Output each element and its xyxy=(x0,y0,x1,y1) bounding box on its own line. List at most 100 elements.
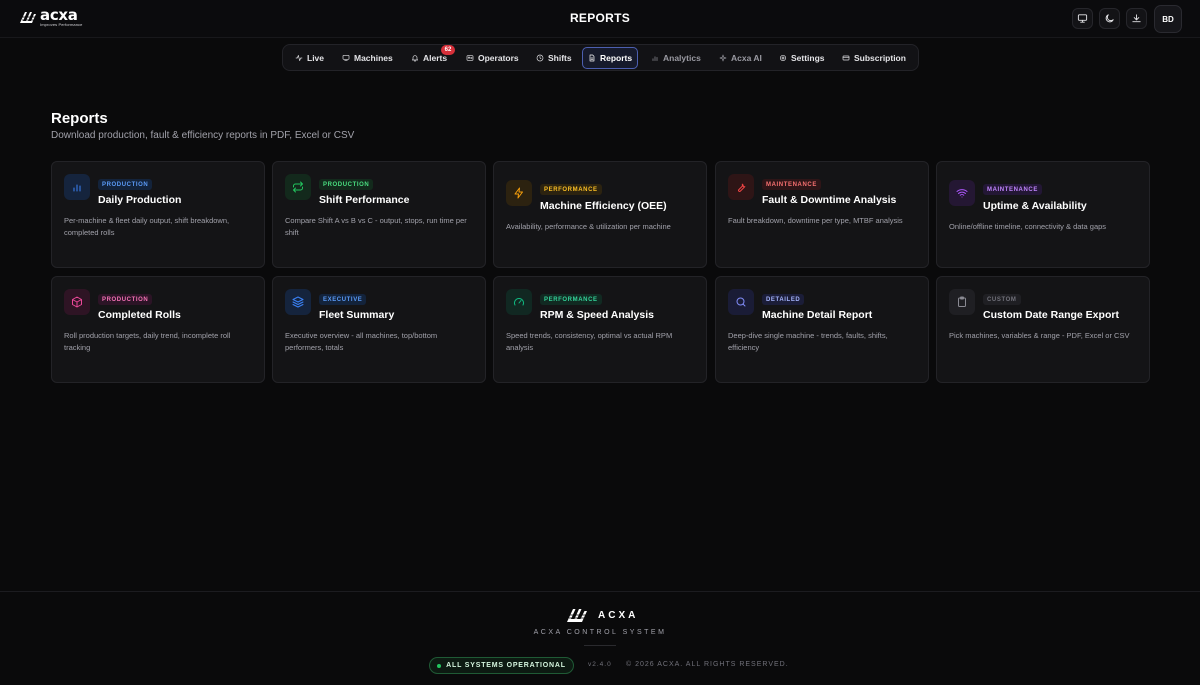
nav-item-machines[interactable]: Machines xyxy=(337,48,398,68)
card-description: Deep-dive single machine - trends, fault… xyxy=(728,331,888,352)
nav-item-live[interactable]: Live xyxy=(290,48,329,68)
card-icon-box xyxy=(506,289,532,315)
card-category-tag: PRODUCTION xyxy=(319,179,374,190)
report-card-rpm-speed[interactable]: PERFORMANCE RPM & Speed Analysis Speed t… xyxy=(493,276,707,383)
moon-icon xyxy=(1105,14,1114,23)
gear-icon xyxy=(780,55,786,61)
card-description: Availability, performance & utilization … xyxy=(506,222,671,231)
card-description: Roll production targets, daily trend, in… xyxy=(64,331,231,352)
card-icon-box xyxy=(728,289,754,315)
nav-item-label: Shifts xyxy=(548,53,572,63)
card-icon-box xyxy=(285,174,311,200)
clipboard-icon xyxy=(958,296,966,307)
sparkle-icon xyxy=(719,54,727,62)
nav-item-settings[interactable]: Settings xyxy=(774,48,830,68)
card-icon-box xyxy=(285,289,311,315)
card-category-tag: MAINTENANCE xyxy=(983,184,1042,195)
activity-icon xyxy=(295,55,303,61)
lightning-icon xyxy=(514,187,523,199)
card-description: Speed trends, consistency, optimal vs ac… xyxy=(506,331,673,352)
bell-icon xyxy=(412,55,418,62)
nav-item-label: Acxa AI xyxy=(731,53,762,63)
nav-item-label: Analytics xyxy=(663,53,701,63)
footer-logo: ACXA xyxy=(566,606,638,624)
card-category-tag: MAINTENANCE xyxy=(762,179,821,190)
nav-item-acxa-ai[interactable]: Acxa AI xyxy=(714,48,767,68)
download-icon xyxy=(1132,14,1141,23)
theme-toggle-button[interactable] xyxy=(1099,8,1120,29)
gauge-icon xyxy=(514,298,524,306)
report-card-fleet-summary[interactable]: EXECUTIVE Fleet Summary Executive overvi… xyxy=(272,276,486,383)
card-title: Daily Production xyxy=(98,194,182,206)
card-title: Fleet Summary xyxy=(319,309,395,321)
footer-divider xyxy=(584,645,616,646)
layers-icon xyxy=(292,296,304,308)
nav-item-reports[interactable]: Reports xyxy=(582,47,639,69)
monitor-icon xyxy=(342,55,350,61)
card-title: Machine Detail Report xyxy=(762,309,873,321)
card-category-tag: PERFORMANCE xyxy=(540,294,602,305)
reports-subheading: Download production, fault & efficiency … xyxy=(51,130,355,141)
repeat-icon xyxy=(293,181,303,193)
logo-mark-icon xyxy=(567,609,587,622)
system-status-badge: ALL SYSTEMS OPERATIONAL xyxy=(429,657,574,674)
report-card-fault-downtime[interactable]: MAINTENANCE Fault & Downtime Analysis Fa… xyxy=(715,161,929,268)
card-description: Per-machine & fleet daily output, shift … xyxy=(64,216,230,237)
card-title: Shift Performance xyxy=(319,194,410,206)
nav-item-label: Operators xyxy=(478,53,519,63)
reports-heading: Reports xyxy=(51,110,108,127)
card-category-tag: PERFORMANCE xyxy=(540,184,602,195)
user-avatar[interactable]: BD xyxy=(1154,5,1182,33)
card-category-tag: PRODUCTION xyxy=(98,179,153,190)
card-category-tag: DETAILED xyxy=(762,294,805,305)
report-card-machine-efficiency[interactable]: PERFORMANCE Machine Efficiency (OEE) Ava… xyxy=(493,161,707,268)
card-title: RPM & Speed Analysis xyxy=(540,309,654,321)
card-title: Fault & Downtime Analysis xyxy=(762,194,897,206)
card-title: Completed Rolls xyxy=(98,309,181,321)
card-category-tag: CUSTOM xyxy=(983,294,1021,305)
card-title: Machine Efficiency (OEE) xyxy=(540,200,667,212)
alerts-count-badge: 62 xyxy=(441,45,455,55)
footer-system-name: ACXA CONTROL SYSTEM xyxy=(533,629,667,636)
box-icon xyxy=(72,296,82,308)
bar-chart-icon xyxy=(652,56,658,61)
system-status-text: ALL SYSTEMS OPERATIONAL xyxy=(446,662,566,669)
footer-brand: ACXA xyxy=(598,609,639,621)
nav-item-label: Reports xyxy=(600,53,633,63)
nav-item-operators[interactable]: Operators xyxy=(461,48,524,68)
report-card-custom-export[interactable]: CUSTOM Custom Date Range Export Pick mac… xyxy=(936,276,1150,383)
report-card-daily-production[interactable]: PRODUCTION Daily Production Per-machine … xyxy=(51,161,265,268)
card-icon-box xyxy=(949,289,975,315)
card-icon-box xyxy=(728,174,754,200)
report-card-uptime-availability[interactable]: MAINTENANCE Uptime & Availability Online… xyxy=(936,161,1150,268)
display-mode-button[interactable] xyxy=(1072,8,1093,29)
card-icon-box xyxy=(64,289,90,315)
card-description: Compare Shift A vs B vs C - output, stop… xyxy=(285,216,467,237)
card-icon-box xyxy=(64,174,90,200)
card-category-tag: EXECUTIVE xyxy=(319,294,367,305)
nav-item-label: Machines xyxy=(354,53,393,63)
card-icon-box xyxy=(506,180,532,206)
report-card-completed-rolls[interactable]: PRODUCTION Completed Rolls Roll producti… xyxy=(51,276,265,383)
app-version: v2.4.0 xyxy=(588,661,612,668)
report-card-shift-performance[interactable]: PRODUCTION Shift Performance Compare Shi… xyxy=(272,161,486,268)
nav-item-subscription[interactable]: Subscription xyxy=(837,48,911,68)
nav-item-shifts[interactable]: Shifts xyxy=(531,48,577,68)
search-icon xyxy=(736,297,746,307)
card-title: Custom Date Range Export xyxy=(983,309,1119,321)
card-description: Fault breakdown, downtime per type, MTBF… xyxy=(728,216,903,225)
bar-chart-icon xyxy=(73,184,81,192)
report-card-machine-detail[interactable]: DETAILED Machine Detail Report Deep-dive… xyxy=(715,276,929,383)
clock-icon xyxy=(536,54,544,62)
status-dot-icon xyxy=(437,663,442,668)
nav-item-label: Settings xyxy=(791,53,825,63)
file-icon xyxy=(589,54,595,62)
copyright-text: © 2026 ACXA. ALL RIGHTS RESERVED. xyxy=(626,661,789,668)
top-header: acxa Improves Performance REPORTS BD xyxy=(0,0,1200,38)
nav-item-analytics[interactable]: Analytics xyxy=(646,48,706,68)
card-description: Executive overview - all machines, top/b… xyxy=(285,331,438,352)
card-icon-box xyxy=(949,180,975,206)
download-button[interactable] xyxy=(1126,8,1147,29)
nav-item-label: Subscription xyxy=(854,53,906,63)
nav-item-label: Live xyxy=(307,53,325,63)
